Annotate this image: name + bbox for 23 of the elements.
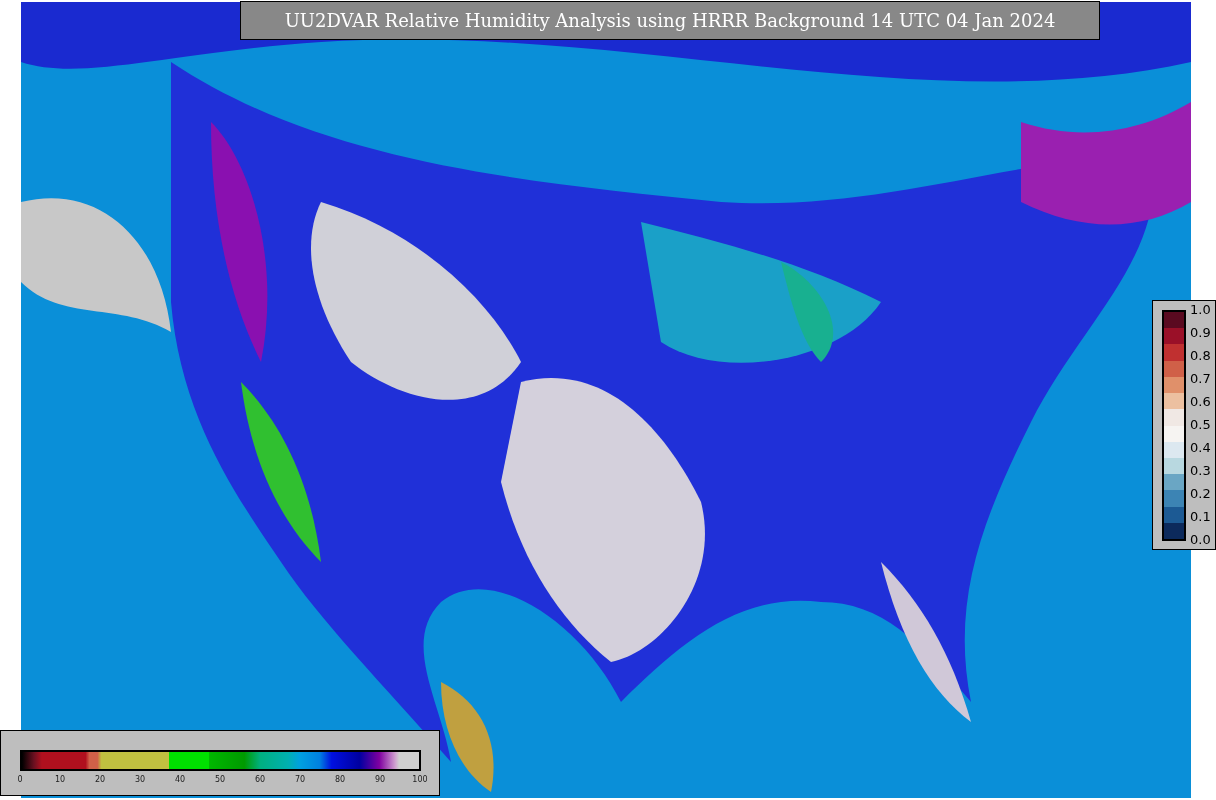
colorbar-tick-label: 0.1 xyxy=(1190,509,1211,525)
colorbar-tick-label: 1.0 xyxy=(1190,302,1211,318)
colorbar-tick-label: 0.3 xyxy=(1190,463,1211,479)
colorbar-tick-label: 80 xyxy=(333,775,347,785)
colorbar-tick-label: 20 xyxy=(93,775,107,785)
colorbar-tick-label: 30 xyxy=(133,775,147,785)
colorbar-tick-label: 10 xyxy=(53,775,67,785)
colorbar-tick-label: 0 xyxy=(16,775,24,785)
colorbar-tick-label: 0.4 xyxy=(1190,440,1211,456)
colorbar-tick-label: 100 xyxy=(411,775,429,785)
map-title: UU2DVAR Relative Humidity Analysis using HRRR Background 14 UTC 04 Jan 2024 xyxy=(240,1,1100,40)
colorbar-tick-label: 0.5 xyxy=(1190,417,1211,433)
colorbar-tick-label: 0.7 xyxy=(1190,371,1211,387)
colorbar-tick-label: 0.8 xyxy=(1190,348,1211,364)
colorbar-tick-label: 60 xyxy=(253,775,267,785)
colorbar-tick-label: 0.0 xyxy=(1190,532,1211,548)
colorbar-tick-label: 40 xyxy=(173,775,187,785)
colorbar-tick-label: 0.9 xyxy=(1190,325,1211,341)
colorbar-tick-label: 0.2 xyxy=(1190,486,1211,502)
colorbar-tick-label: 50 xyxy=(213,775,227,785)
colorbar-tick-label: 0.6 xyxy=(1190,394,1211,410)
colorbar-tick-label: 90 xyxy=(373,775,387,785)
colorbar-tick-label: 70 xyxy=(293,775,307,785)
